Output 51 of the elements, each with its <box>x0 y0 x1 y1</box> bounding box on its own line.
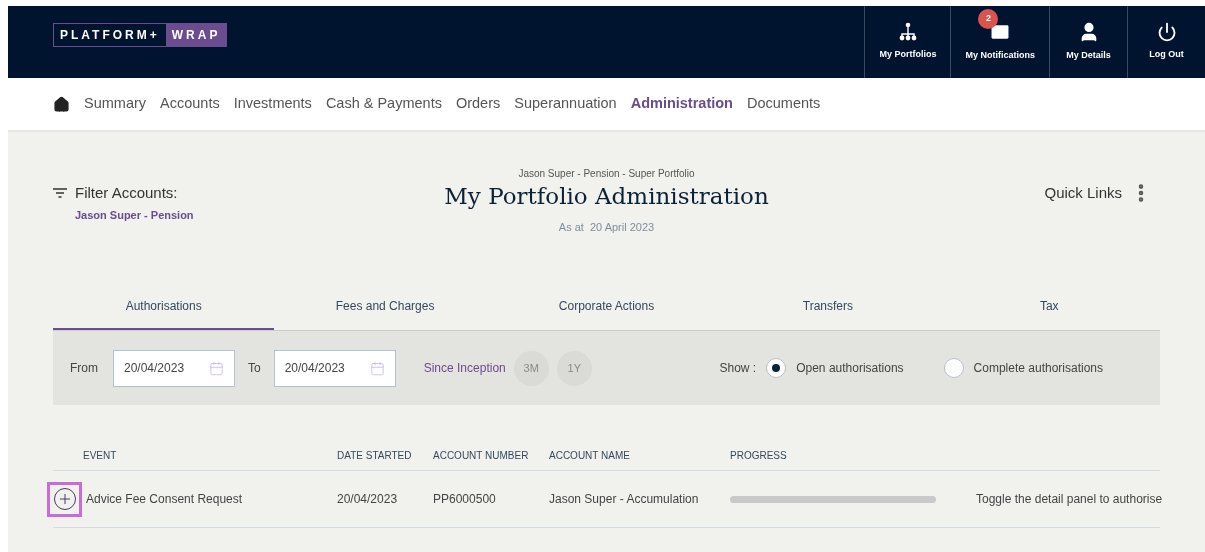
column-header: PROGRESS <box>730 449 788 463</box>
date-field[interactable]: 20/04/2023 <box>273 349 396 387</box>
nav-link[interactable]: Summary <box>84 93 147 115</box>
table-cell-text: Advice Fee Consent Request <box>86 491 243 508</box>
column-header: DATE STARTED <box>337 449 413 463</box>
expand-toggle-button[interactable] <box>47 481 82 517</box>
home-icon[interactable] <box>53 95 70 113</box>
quick-links-label[interactable]: Quick Links <box>1044 182 1122 205</box>
column-header: ACCOUNT NUMBER <box>433 449 530 463</box>
to-label: To <box>248 360 261 377</box>
as-at-date: As at 20 April 2023 <box>558 220 655 235</box>
header-action-button[interactable]: My Details <box>1049 6 1127 78</box>
radio-button[interactable] <box>943 358 964 378</box>
radio-button[interactable] <box>766 358 787 378</box>
table-cell-text: Toggle the detail panel to authorise <box>976 491 1163 508</box>
section-tab[interactable]: Transfers <box>717 284 939 330</box>
filter-value[interactable]: Jason Super - Pension <box>75 206 353 223</box>
filter-icon[interactable] <box>53 188 67 199</box>
table-cell-text: 20/04/2023 <box>337 491 399 508</box>
column-header: EVENT <box>82 449 118 463</box>
calendar-icon <box>369 360 385 376</box>
nav-link[interactable]: Accounts <box>160 93 220 115</box>
header-action-button[interactable]: My Notifications 2 <box>950 6 1049 78</box>
page-subtitle: Jason Super - Pension - Super Portfolio <box>518 167 695 181</box>
power-icon <box>1156 22 1177 43</box>
from-label: From <box>70 360 98 377</box>
nav-link[interactable]: Superannuation <box>514 93 617 115</box>
hierarchy-icon <box>897 22 918 43</box>
date-field[interactable]: 20/04/2023 <box>113 349 235 387</box>
notification-badge: 2 <box>978 9 999 29</box>
page-title: My Portfolio Administration <box>444 182 769 211</box>
section-tab[interactable]: Fees and Charges <box>274 284 496 330</box>
radio-label[interactable]: Open authorisations <box>796 359 904 377</box>
nav-link[interactable]: Cash & Payments <box>325 93 442 115</box>
calendar-icon <box>209 360 224 376</box>
logo: PLATFORM+ WRAP <box>53 23 228 47</box>
section-tab[interactable]: Corporate Actions <box>495 284 718 330</box>
header-action-button[interactable]: Log Out <box>1127 6 1205 78</box>
header-action-button[interactable]: My Portfolios <box>864 6 951 78</box>
column-header: ACCOUNT NAME <box>549 449 631 463</box>
nav-link[interactable]: Administration <box>630 93 733 115</box>
table-cell-text: PP6000500 <box>433 491 497 508</box>
filter-label[interactable]: Filter Accounts: <box>75 182 178 205</box>
table-cell-text: Jason Super - Accumulation <box>549 491 700 508</box>
since-inception-link[interactable]: Since Inception <box>423 359 506 377</box>
nav-link[interactable]: Investments <box>233 93 312 115</box>
show-label: Show : <box>719 360 757 377</box>
radio-label[interactable]: Complete authorisations <box>973 359 1103 377</box>
nav-link[interactable]: Orders <box>455 93 501 115</box>
nav-link[interactable]: Documents <box>747 93 821 115</box>
section-tab[interactable]: Tax <box>938 284 1160 330</box>
